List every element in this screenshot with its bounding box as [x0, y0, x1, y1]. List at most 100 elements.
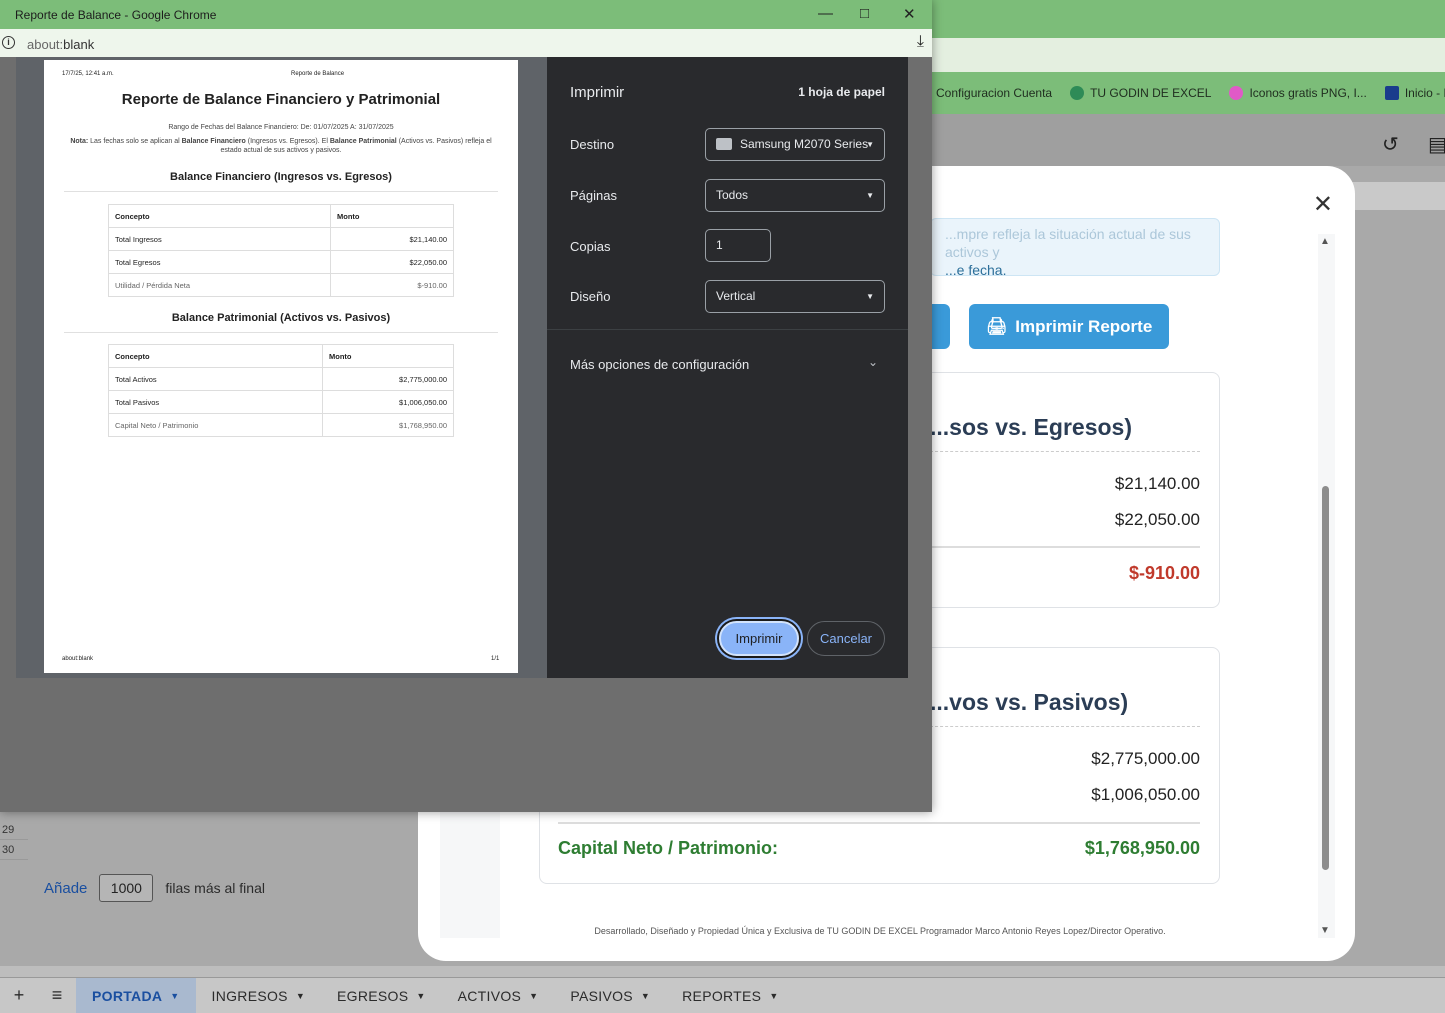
sheet-tab-egresos[interactable]: EGRESOS ▼ [321, 978, 442, 1013]
table-cell: $2,775,000.00 [322, 367, 454, 391]
net-capital-value: $1,768,950.00 [1084, 838, 1200, 858]
site-info-icon[interactable]: i [2, 36, 15, 49]
sheet-tab-label: INGRESOS [211, 987, 288, 1004]
total-liabilities-value: $1,006,050.00 [1091, 785, 1200, 804]
add-sheet-icon[interactable]: + [0, 985, 38, 1006]
sheet-tabs-bar: + ≡ PORTADA ▼ INGRESOS ▼ EGRESOS ▼ ACTIVOS ▼… [0, 977, 1445, 1013]
maximize-icon[interactable]: □ [860, 5, 869, 22]
rows-count-input[interactable]: 1000 [99, 874, 154, 902]
printer-icon: 🖨 [985, 316, 1008, 336]
print-button[interactable]: Imprimir [719, 621, 799, 656]
table-cell: $1,006,050.00 [322, 390, 454, 414]
note-label: Nota: [70, 138, 89, 145]
bookmark-paypal[interactable]: Inicio - PayPal [1384, 86, 1445, 100]
sheet-tab-ingresos[interactable]: INGRESOS ▼ [196, 978, 322, 1013]
print-title: Imprimir [570, 84, 625, 101]
download-icon[interactable]: ⤓ [917, 33, 924, 51]
column-header: Monto [322, 344, 454, 368]
table-row: Total Egresos $22,050.00 [108, 250, 454, 274]
caret-down-icon: ▼ [416, 990, 426, 1001]
dropdown-arrow-icon: ▼ [866, 292, 874, 301]
total-expense-value: $22,050.00 [1114, 510, 1200, 529]
sheet-tab-pasivos[interactable]: PASIVOS ▼ [554, 978, 666, 1013]
bookmark-label: TU GODIN DE EXCEL [1090, 86, 1212, 100]
sheet-tab-reportes[interactable]: REPORTES ▼ [666, 978, 794, 1013]
caret-down-icon: ▼ [295, 990, 306, 1001]
url-scheme: about: [27, 37, 64, 52]
all-sheets-menu-icon[interactable]: ≡ [38, 985, 76, 1006]
info-line: ...e fecha. [945, 262, 1007, 276]
patrimonial-table: Concepto Monto Total Activos $2,775,000.00… [108, 344, 454, 437]
print-report-button[interactable]: 🖨 Imprimir Reporte [969, 304, 1169, 349]
modal-scrollbar[interactable]: ▲ ▼ [1319, 234, 1331, 938]
table-row: Total Ingresos $21,140.00 [108, 227, 454, 251]
close-window-icon[interactable]: ✕ [903, 5, 916, 23]
section-rule [64, 191, 498, 192]
table-cell: $-910.00 [330, 273, 454, 297]
row-number: 29 [0, 820, 28, 840]
pages-value: Todos [716, 188, 749, 202]
note-text: Las fechas solo se aplican al [88, 138, 182, 145]
scroll-up-icon[interactable]: ▲ [1320, 236, 1330, 247]
history-icon[interactable]: ↺ [1382, 132, 1399, 157]
bookmark-configuracion[interactable]: Configuracion Cuenta [936, 86, 1052, 100]
divider [930, 726, 1200, 727]
sheet-tab-label: REPORTES [682, 987, 762, 1004]
column-header: Monto [330, 204, 454, 228]
net-capital-label: Capital Neto / Patrimonio: [558, 838, 779, 858]
sheet-tab-label: PASIVOS [570, 987, 633, 1004]
preview-page: 17/7/25, 12:41 a.m. Reporte de Balance R… [44, 60, 518, 673]
table-row: Total Activos $2,775,000.00 [108, 367, 454, 391]
url-field[interactable]: about:blank [27, 37, 94, 52]
caret-down-icon: ▼ [640, 990, 651, 1001]
cancel-button[interactable]: Cancelar [807, 621, 885, 656]
filter-button[interactable] [930, 304, 950, 349]
column-header: Concepto [108, 204, 331, 228]
total-assets-value: $2,775,000.00 [1091, 749, 1200, 768]
caret-down-icon: ▼ [170, 990, 180, 1001]
more-settings-toggle[interactable]: Más opciones de configuración [570, 357, 749, 372]
divider [558, 822, 1200, 824]
table-cell: Total Ingresos [108, 227, 331, 251]
table-cell: $22,050.00 [330, 250, 454, 274]
sheet-tab-portada[interactable]: PORTADA ▼ [76, 977, 196, 1013]
printer-icon [716, 137, 732, 150]
date-range: Rango de Fechas del Balance Financiero: … [168, 124, 394, 131]
table-header-row: Concepto Monto [108, 204, 454, 228]
scrollbar-thumb[interactable] [1322, 486, 1329, 870]
table-cell: Total Activos [108, 367, 323, 391]
destination-select[interactable]: Samsung M2070 Series ▼ [705, 128, 885, 161]
note-bold: Balance Patrimonial [329, 138, 397, 145]
scroll-down-icon[interactable]: ▼ [1320, 925, 1330, 936]
sheet-tab-activos[interactable]: ACTIVOS ▼ [442, 978, 555, 1013]
comments-icon[interactable]: ▤ [1428, 132, 1445, 157]
sheet-tab-label: ACTIVOS [457, 987, 522, 1004]
pages-select[interactable]: Todos ▼ [705, 179, 885, 212]
column-header: Concepto [108, 344, 323, 368]
table-cell: Capital Neto / Patrimonio [108, 413, 323, 437]
chevron-down-icon[interactable]: ⌄ [868, 355, 878, 369]
copies-input[interactable]: 1 [705, 229, 771, 262]
minimize-icon[interactable]: — [818, 5, 833, 22]
page-header-date: 17/7/25, 12:41 a.m. [62, 71, 114, 77]
bookmark-iconos[interactable]: Iconos gratis PNG, I... [1229, 86, 1367, 100]
table-row: Total Pasivos $1,006,050.00 [108, 390, 454, 414]
table-cell: Utilidad / Pérdida Neta [108, 273, 331, 297]
info-line: ...mpre refleja la situación actual de s… [945, 226, 1191, 260]
net-result-value: $-910.00 [1128, 563, 1200, 583]
print-settings-panel: Imprimir 1 hoja de papel Destino Samsung… [547, 57, 908, 678]
footer-credit: Desarrollado, Diseñado y Propiedad Única… [594, 926, 1166, 936]
add-rows-button[interactable]: Añade [44, 880, 87, 897]
info-alert: ...mpre refleja la situación actual de s… [930, 218, 1220, 276]
bookmark-tu-godin[interactable]: TU GODIN DE EXCEL [1070, 86, 1211, 100]
window-title: Reporte de Balance - Google Chrome [15, 8, 217, 22]
layout-select[interactable]: Vertical ▼ [705, 280, 885, 313]
financial-table: Concepto Monto Total Ingresos $21,140.00 T… [108, 204, 454, 297]
sheets-toolbar: ↺ ▤ [930, 114, 1445, 166]
note-bold: Balance Financiero [181, 138, 246, 145]
section-title-patrimonial: Balance Patrimonial (Activos vs. Pasivos… [171, 312, 391, 324]
sheet-count: 1 hoja de papel [798, 85, 885, 99]
close-icon[interactable]: ✕ [1313, 190, 1333, 219]
sheet-tab-label: EGRESOS [337, 987, 409, 1004]
section-rule [64, 332, 498, 333]
